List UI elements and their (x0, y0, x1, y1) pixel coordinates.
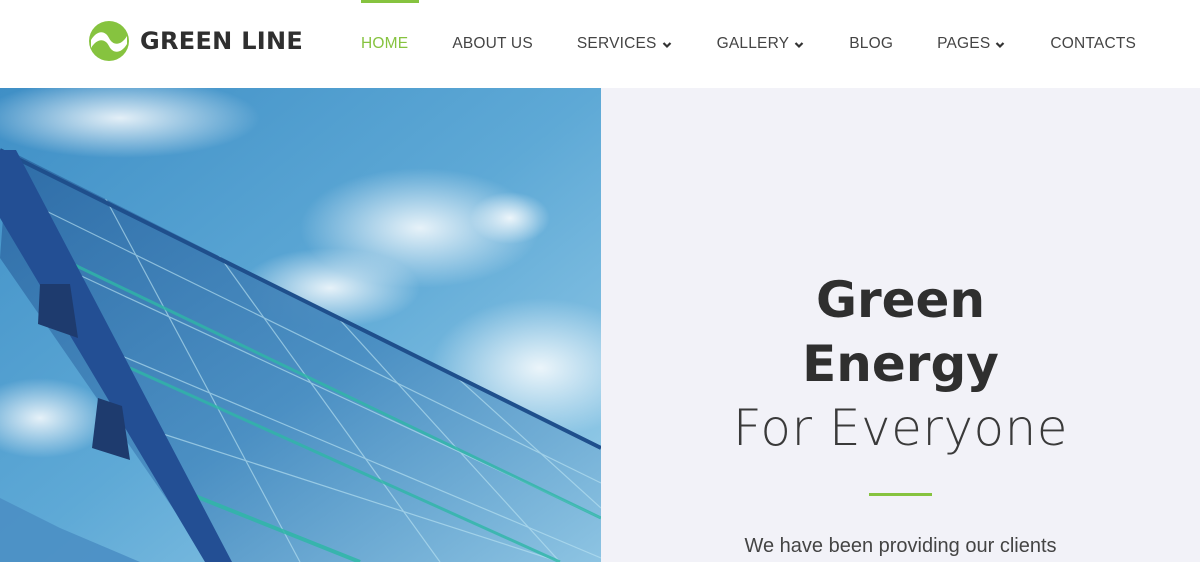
hero-subtitle: We have been providing our clients (744, 535, 1057, 557)
nav-label: SERVICES (576, 35, 657, 52)
chevron-down-icon (662, 42, 671, 49)
nav-services[interactable]: SERVICES (555, 0, 695, 88)
nav-pages[interactable]: PAGES (915, 0, 1028, 88)
nav-label: PAGES (937, 35, 991, 52)
chevron-down-icon (996, 42, 1005, 49)
hero-image-solar-panels (0, 88, 601, 562)
hero-title-line1: Green (815, 271, 986, 329)
nav-contacts[interactable]: CONTACTS (1028, 0, 1158, 88)
nav-blog[interactable]: BLOG (827, 0, 915, 88)
site-header: GREEN LINE HOME ABOUT US SERVICES GALLER… (0, 0, 1200, 88)
hero-title-line3: For Everyone (732, 399, 1069, 457)
logo[interactable]: GREEN LINE (88, 20, 303, 62)
logo-wave-icon (89, 21, 129, 61)
nav-label: ABOUT US (452, 35, 533, 52)
chevron-down-icon (794, 42, 804, 49)
main-nav: HOME ABOUT US SERVICES GALLERY BLOG PAGE… (350, 0, 1158, 88)
nav-about-us[interactable]: ABOUT US (430, 0, 555, 88)
nav-label: GALLERY (716, 35, 790, 52)
nav-gallery[interactable]: GALLERY (695, 0, 828, 88)
brand-name: GREEN LINE (140, 27, 304, 55)
nav-label: HOME (361, 35, 409, 52)
solar-panel-illustration (0, 88, 601, 562)
hero-text-panel: Green Energy For Everyone We have been p… (601, 88, 1200, 562)
nav-label: BLOG (849, 35, 894, 52)
hero-title-line2: Energy (802, 335, 999, 393)
nav-label: CONTACTS (1050, 35, 1137, 52)
nav-home[interactable]: HOME (350, 0, 430, 88)
accent-divider (869, 493, 932, 496)
